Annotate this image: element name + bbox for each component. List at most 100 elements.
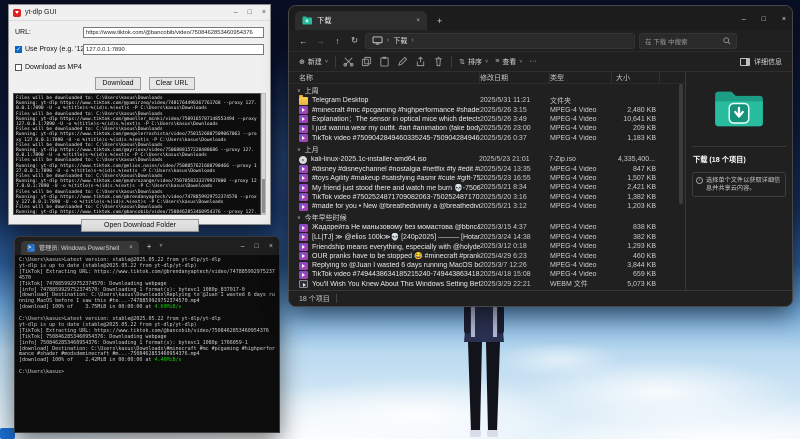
table-row[interactable]: [LL|TJ] ≫ @elios 100k≫💀 [240p2025] ——— [… (289, 233, 685, 242)
new-tab-button[interactable]: + (147, 242, 152, 251)
table-row[interactable]: #minecraft #mc #pcgaming #highperformanc… (289, 105, 685, 114)
use-proxy-checkbox[interactable]: ✓ (15, 46, 22, 53)
share-icon[interactable] (415, 56, 426, 67)
file-date: 2025/5/21 3:12 (480, 203, 550, 210)
file-type: MPEG-4 Video (550, 125, 612, 132)
desktop-icon-partial[interactable] (0, 428, 15, 439)
table-row[interactable]: #toys Agility #makeup #satisfying #asmr … (289, 174, 685, 183)
paste-icon[interactable] (379, 56, 390, 67)
download-mp4-checkbox[interactable] (15, 64, 22, 71)
up-button[interactable]: ↑ (331, 36, 344, 46)
ytdlp-titlebar[interactable]: yt-dlp GUI – □ × (9, 5, 270, 21)
table-row[interactable]: kali-linux-2025.1c-installer-amd64.iso20… (289, 155, 685, 164)
tab-close-icon[interactable]: × (129, 244, 133, 251)
cut-icon[interactable] (343, 56, 354, 67)
minimize-button[interactable]: – (241, 243, 245, 250)
tab-close-icon[interactable]: × (416, 17, 420, 24)
close-button[interactable]: × (262, 9, 266, 16)
status-bar: 18 个项目 (289, 290, 792, 306)
table-row[interactable]: Telegram Desktop2025/5/31 11:21文件夹 (289, 96, 685, 105)
table-row[interactable]: Explanation：The sensor in optical mice w… (289, 115, 685, 124)
tab-dropdown-button[interactable]: ˅ (159, 243, 162, 249)
group-header[interactable]: ∨今年早些时候 (289, 213, 685, 223)
details-toggle-button[interactable]: 详细信息 (754, 57, 782, 67)
table-row[interactable]: OUR pranks have to be stopped 😂 #minecra… (289, 251, 685, 260)
file-name: TikTok video #7494438634185215240-749443… (312, 271, 480, 278)
group-header[interactable]: ∨上月 (289, 145, 685, 155)
open-download-folder-button[interactable]: Open Download Folder (81, 219, 199, 232)
terminal-tab[interactable]: >_ 管理员: Windows PowerShell × (21, 241, 139, 255)
log-line: Running: yt-dlp https://www.tiktok.com/@… (16, 132, 258, 142)
clear-url-button[interactable]: Clear URL (149, 77, 195, 90)
ytdlp-log[interactable]: Files will be downloaded to: C:\Users\ka… (13, 93, 261, 215)
table-row[interactable]: #disney #disneychannel #nostalgia #netfl… (289, 164, 685, 173)
view-button[interactable]: ≡ 查看 ˅ (495, 57, 522, 67)
minimize-button[interactable]: – (742, 16, 746, 23)
table-row[interactable]: Replying to @Juan I wasted 6 days runnin… (289, 261, 685, 270)
new-tab-button[interactable]: + (437, 16, 442, 26)
view-icon: ≡ (495, 58, 499, 65)
copy-icon[interactable] (361, 56, 372, 67)
refresh-button[interactable]: ↻ (348, 35, 361, 46)
column-header-2[interactable]: 类型 (550, 73, 612, 83)
column-header-3[interactable]: 大小 (612, 73, 660, 83)
column-header-0[interactable]: 名称 (299, 73, 480, 83)
table-row[interactable]: You'll Wish You Knew About This Windows … (289, 280, 685, 289)
delete-icon[interactable] (433, 56, 444, 67)
table-row[interactable]: Жадорейта Не манызовому без момастова @b… (289, 223, 685, 232)
explorer-address-bar: ← → ↑ ↻ › 下载 › 在 下载 中搜索 (289, 30, 792, 52)
terminal-output[interactable]: C:\Users\kasus>Latest version: stable@20… (15, 255, 279, 379)
close-button[interactable]: × (782, 16, 786, 23)
explorer-tab-downloads[interactable]: 下载 × (295, 11, 427, 30)
downloads-folder-large-icon (713, 88, 765, 132)
file-size: 460 KB (612, 253, 660, 260)
ytdlp-window-title: yt-dlp GUI (25, 9, 234, 16)
search-box[interactable]: 在 下载 中搜索 (639, 33, 737, 49)
table-row[interactable]: TikTok video #7494438634185215240-749443… (289, 270, 685, 279)
rename-icon[interactable] (397, 56, 408, 67)
explorer-tab-strip[interactable]: 下载 × + – □ × (289, 6, 792, 30)
file-date: 2025/5/31 11:21 (480, 97, 550, 104)
file-list: ∨上周Telegram Desktop2025/5/31 11:21文件夹#mi… (289, 86, 685, 289)
new-button[interactable]: ⊕ 新建 ˅ (299, 57, 328, 67)
download-button[interactable]: Download (95, 77, 141, 90)
terminal-titlebar[interactable]: >_ 管理员: Windows PowerShell × + ˅ – □ × (15, 237, 279, 255)
terminal-text: [download] Destination: C:\Users\kasus\D… (19, 292, 275, 304)
url-input[interactable] (83, 27, 264, 38)
file-type: MPEG-4 Video (550, 184, 612, 191)
table-row[interactable]: My friend just stood there and watch me … (289, 183, 685, 192)
back-button[interactable]: ← (297, 36, 310, 46)
scrollbar-thumb[interactable] (262, 179, 265, 213)
file-size: 5,073 KB (612, 281, 660, 288)
file-date: 2025/3/12 0:18 (480, 243, 550, 250)
file-name: #disney #disneychannel #nostalgia #netfl… (312, 166, 480, 173)
table-row[interactable]: TikTok video #7509042849460335245-750904… (289, 134, 685, 143)
table-row[interactable]: TikTok video #7502524871709082063-750252… (289, 193, 685, 202)
breadcrumb-downloads[interactable]: 下载 (393, 36, 407, 46)
list-scrollbar[interactable] (679, 84, 683, 204)
explorer-command-bar: ⊕ 新建 ˅ ⇅ 排序 ˅ (289, 52, 792, 72)
new-icon: ⊕ (299, 58, 305, 66)
forward-button[interactable]: → (314, 36, 327, 46)
file-name: My friend just stood there and watch me … (312, 184, 480, 192)
maximize-button[interactable]: □ (248, 9, 252, 16)
minimize-button[interactable]: – (234, 9, 238, 16)
table-row[interactable]: I just wanna wear my outfit. #art #anima… (289, 124, 685, 133)
powershell-icon: >_ (27, 244, 35, 252)
column-header-1[interactable]: 修改日期 (480, 73, 550, 83)
group-header[interactable]: ∨上周 (289, 86, 685, 96)
proxy-input[interactable] (83, 44, 264, 55)
column-headers[interactable]: 名称修改日期类型大小 (289, 72, 685, 84)
breadcrumb[interactable]: › 下载 › (365, 33, 635, 49)
more-button[interactable]: ··· (530, 58, 537, 65)
table-row[interactable]: #made for you • New @breathedivinity a @… (289, 202, 685, 211)
pane-hint-text: 选择单个文件以获取详细信息并共享云内容。 (706, 177, 781, 192)
close-button[interactable]: × (269, 243, 273, 250)
sort-button[interactable]: ⇅ 排序 ˅ (459, 57, 488, 67)
maximize-button[interactable]: □ (762, 16, 766, 23)
table-row[interactable]: Friendship means everything, especially … (289, 242, 685, 251)
ytdlp-log-scrollbar[interactable] (261, 93, 266, 215)
maximize-button[interactable]: □ (255, 243, 259, 250)
file-name: Жадорейта Не манызовому без момастова @b… (312, 224, 480, 231)
chevron-icon: ∨ (297, 147, 301, 153)
